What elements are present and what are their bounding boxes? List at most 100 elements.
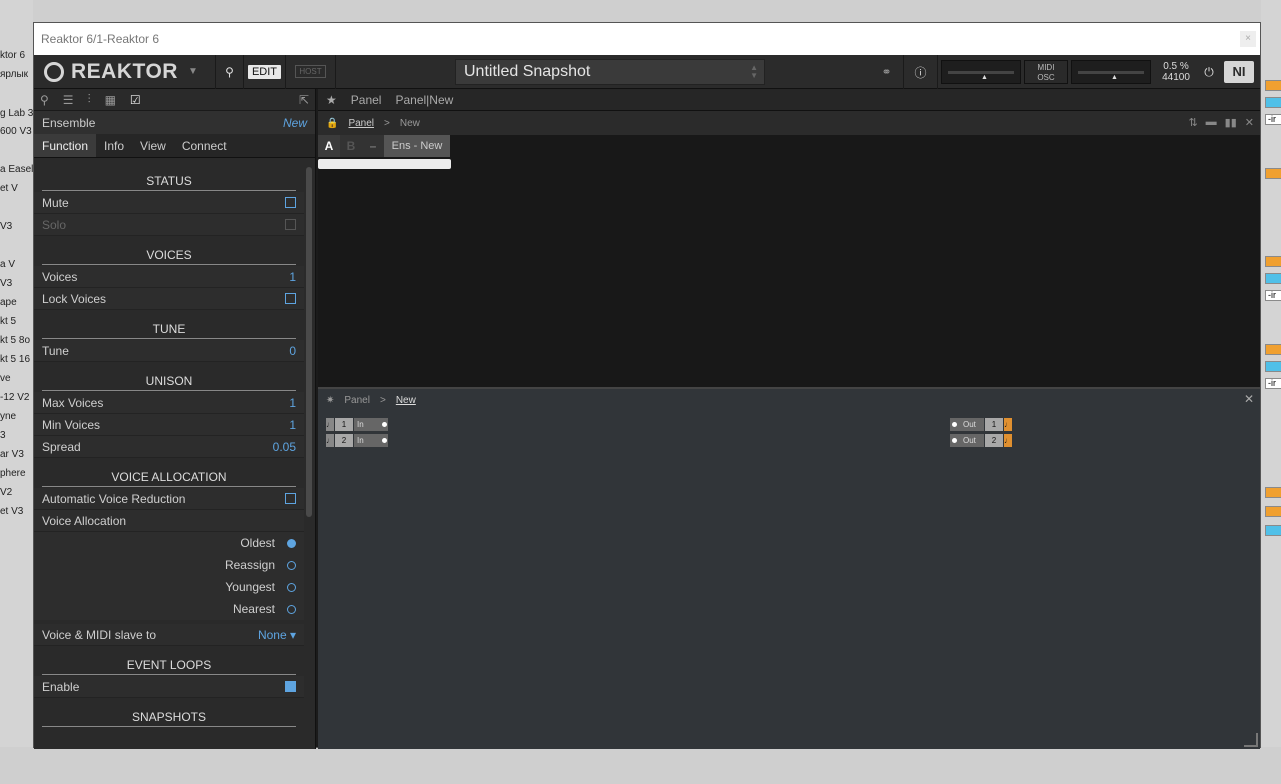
radio-oldest-row[interactable]: Oldest	[34, 532, 304, 554]
properties-sidebar: ⚲ ☰ ⫶ ▦ ☑ ⇱ Ensemble New Function Info V…	[34, 89, 316, 749]
search-button[interactable]: ⚲	[216, 54, 244, 89]
close-icon[interactable]: ✕	[1245, 116, 1254, 129]
snapshot-name: Untitled Snapshot	[464, 63, 591, 80]
chevron-down-icon[interactable]: ▼	[188, 66, 198, 77]
structure-view: ✷ Panel > New ✕ ♩ 1 In ♩ 2 In Out 1 ♩ Ou…	[318, 387, 1260, 749]
up-down-arrows-icon[interactable]: ▲ ▼	[750, 64, 758, 80]
panel-new-crumb[interactable]: New	[400, 118, 420, 129]
output-port-1[interactable]: Out 1 ♩	[950, 417, 1013, 431]
midi-osc-indicator[interactable]: MIDI OSC	[1024, 60, 1068, 84]
function-properties: STATUS Mute Solo VOICES Voices 1 Lock Vo…	[34, 162, 304, 749]
max-voices-value[interactable]: 1	[289, 396, 296, 410]
host-button[interactable]: HOST	[286, 54, 336, 89]
oldest-label: Oldest	[240, 536, 275, 550]
sidebar-scrollbar[interactable]	[306, 167, 312, 517]
port-label-text: Out	[963, 419, 976, 429]
tab-info[interactable]: Info	[96, 134, 132, 157]
youngest-radio[interactable]	[287, 582, 296, 592]
struct-new-crumb[interactable]: New	[396, 395, 416, 406]
tab-connect[interactable]: Connect	[174, 134, 235, 157]
radio-nearest-row[interactable]: Nearest	[34, 598, 304, 620]
enable-checkbox[interactable]	[285, 681, 296, 692]
main-area: ★ Panel Panel|New 🔒 Panel > New ⇅ ▬ ▮▮ ✕…	[318, 89, 1260, 749]
properties-checkbox-icon[interactable]: ☑	[130, 93, 141, 107]
max-voices-label: Max Voices	[42, 395, 104, 410]
solo-checkbox[interactable]	[285, 219, 296, 230]
section-status: STATUS	[34, 162, 304, 192]
input-level-meter[interactable]: ▲	[941, 60, 1021, 84]
resize-handle[interactable]	[1244, 733, 1258, 747]
radio-youngest-row[interactable]: Youngest	[34, 576, 304, 598]
reassign-radio[interactable]	[287, 560, 296, 570]
lock-icon[interactable]: 🔒	[326, 118, 338, 129]
nearest-radio[interactable]	[287, 604, 296, 614]
structure-icon[interactable]: ✷	[326, 395, 334, 406]
tune-label: Tune	[42, 343, 69, 358]
radio-reassign-row[interactable]: Reassign	[34, 554, 304, 576]
panel-slider[interactable]	[318, 159, 451, 169]
mixer-icon[interactable]: ⫶	[88, 92, 91, 107]
input-dot-icon[interactable]	[952, 437, 957, 443]
power-button[interactable]: ⏻	[1198, 55, 1220, 89]
title-bar: Reaktor 6/1-Reaktor 6 ×	[34, 23, 1260, 55]
bg-list-item: 600 V3	[0, 126, 32, 137]
snapshot-selector[interactable]: Untitled Snapshot ▲ ▼	[455, 59, 765, 85]
close-icon[interactable]: ✕	[1244, 392, 1254, 406]
tab-function[interactable]: Function	[34, 134, 97, 157]
layout-stack-icon[interactable]: ▬	[1206, 116, 1217, 129]
input-port-1[interactable]: ♩ 1 In	[326, 417, 389, 431]
bank-a-button[interactable]: A	[318, 135, 340, 157]
tab-view[interactable]: View	[132, 134, 174, 157]
sort-icon[interactable]: ⇅	[1188, 116, 1197, 129]
star-icon[interactable]: ★	[326, 93, 337, 107]
ni-logo: NI	[1224, 61, 1254, 83]
port-label: Out	[950, 417, 984, 431]
output-dot-icon[interactable]	[381, 421, 387, 427]
lock-voices-label: Lock Voices	[42, 291, 107, 306]
port-number: 1	[985, 417, 1003, 431]
oldest-radio[interactable]	[287, 538, 296, 548]
min-voices-value[interactable]: 1	[289, 418, 296, 432]
mute-checkbox[interactable]	[285, 197, 296, 208]
input-dot-icon[interactable]	[952, 421, 957, 427]
ensemble-name[interactable]: New	[283, 116, 307, 130]
bank-minus-button[interactable]: –	[362, 135, 384, 157]
crumb-panel[interactable]: Panel	[351, 93, 382, 107]
bg-list-item: phere	[0, 468, 26, 479]
output-dot-icon[interactable]	[381, 437, 387, 443]
bg-tag: -ir	[1265, 378, 1281, 389]
reaktor-logo[interactable]: REAKTOR ▼	[34, 54, 216, 89]
lock-voices-checkbox[interactable]	[285, 293, 296, 304]
structure-bar: ✷ Panel > New ✕	[318, 389, 1260, 411]
slave-dropdown[interactable]: None ▾	[258, 628, 296, 642]
auto-reduction-checkbox[interactable]	[285, 493, 296, 504]
bg-tag	[1265, 361, 1281, 372]
layout-icon[interactable]: ▦	[105, 93, 116, 107]
struct-panel-crumb[interactable]: Panel	[344, 395, 370, 406]
port-label: In	[354, 433, 388, 447]
output-port-2[interactable]: Out 2 ♩	[950, 433, 1013, 447]
info-button[interactable]: ⓘ	[904, 55, 938, 89]
layout-split-icon[interactable]: ▮▮	[1225, 116, 1237, 129]
panel-crumb[interactable]: Panel	[348, 118, 374, 129]
edit-button[interactable]: EDIT	[244, 54, 286, 89]
bank-b-button[interactable]: B	[340, 135, 362, 157]
list-icon[interactable]: ☰	[63, 93, 74, 107]
browser-search-icon[interactable]: ⚲	[40, 93, 49, 107]
voices-row: Voices 1	[34, 266, 304, 288]
spread-value[interactable]: 0.05	[273, 440, 296, 454]
close-button[interactable]: ×	[1240, 31, 1256, 47]
ensemble-tab[interactable]: Ens - New	[384, 135, 450, 157]
osc-label: OSC	[1037, 73, 1055, 82]
edit-label: EDIT	[247, 64, 282, 79]
link-button[interactable]: ⚭	[870, 55, 904, 89]
spread-label: Spread	[42, 439, 81, 454]
input-port-2[interactable]: ♩ 2 In	[326, 433, 389, 447]
crumb-panel-new[interactable]: Panel|New	[395, 93, 453, 107]
voices-value[interactable]: 1	[289, 270, 296, 284]
popout-icon[interactable]: ⇱	[299, 93, 309, 107]
enable-row: Enable	[34, 676, 304, 698]
tune-value[interactable]: 0	[289, 344, 296, 358]
output-level-meter[interactable]: ▲	[1071, 60, 1151, 84]
bg-tag	[1265, 97, 1281, 108]
